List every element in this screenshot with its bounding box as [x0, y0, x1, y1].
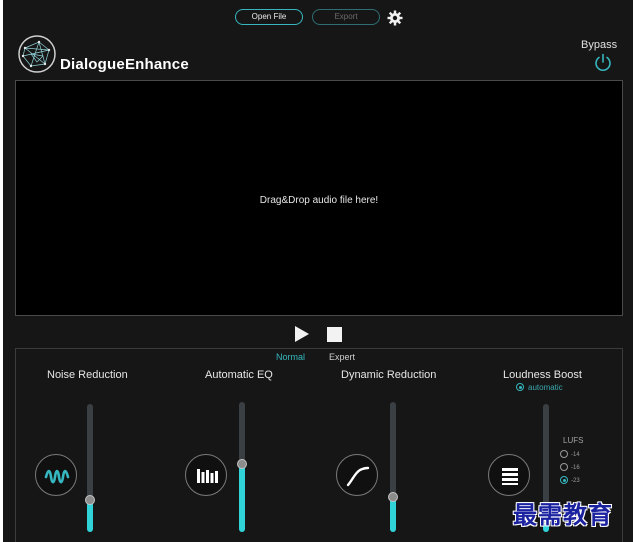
- lufs-option-14[interactable]: -14: [560, 450, 580, 458]
- noise-reduction-slider[interactable]: [87, 404, 93, 532]
- bypass-label: Bypass: [581, 39, 618, 51]
- app-window: Open File Export DialogueEnhance Bypass …: [3, 0, 633, 542]
- drop-zone-text: Drag&Drop audio file here!: [259, 195, 379, 206]
- waveform-icon[interactable]: [35, 454, 77, 496]
- gear-icon[interactable]: [387, 10, 403, 26]
- loudness-bars-icon[interactable]: [488, 454, 530, 496]
- automatic-eq-slider-fill: [239, 464, 245, 532]
- automatic-label: automatic: [528, 383, 563, 392]
- dynamic-reduction-slider-thumb[interactable]: [388, 491, 398, 502]
- mode-expert-tab[interactable]: Expert: [329, 352, 355, 362]
- automatic-radio-icon: [516, 383, 524, 391]
- dynamic-reduction-slider-fill: [390, 496, 396, 532]
- power-icon[interactable]: [593, 52, 613, 72]
- mode-normal-tab[interactable]: Normal: [276, 352, 305, 362]
- watermark-logo: 最需教育: [513, 500, 613, 529]
- play-icon[interactable]: [294, 325, 310, 343]
- lufs-option-23[interactable]: -23: [560, 476, 580, 484]
- noise-reduction-slider-thumb[interactable]: [85, 495, 95, 505]
- lufs-option-16[interactable]: -16: [560, 463, 580, 471]
- open-file-button[interactable]: Open File: [235, 9, 303, 25]
- lufs-radio-icon: [560, 476, 568, 484]
- automatic-radio[interactable]: automatic: [516, 383, 563, 392]
- lufs-radio-icon: [560, 450, 568, 458]
- compressor-curve-icon[interactable]: [336, 454, 378, 496]
- audio-drop-zone[interactable]: Drag&Drop audio file here!: [15, 80, 623, 316]
- stop-icon[interactable]: [327, 327, 342, 342]
- equalizer-bars-icon[interactable]: [185, 454, 227, 496]
- export-button[interactable]: Export: [312, 9, 380, 25]
- automatic-eq-title: Automatic EQ: [205, 369, 273, 381]
- lufs-option-label: -16: [571, 465, 580, 471]
- lufs-option-label: -14: [571, 452, 580, 458]
- app-title: DialogueEnhance: [60, 56, 189, 73]
- lufs-option-label: -23: [571, 478, 580, 484]
- loudness-boost-title: Loudness Boost: [503, 369, 582, 381]
- app-logo-icon: [18, 35, 56, 73]
- dynamic-reduction-slider[interactable]: [390, 402, 396, 532]
- dynamic-reduction-title: Dynamic Reduction: [341, 369, 437, 381]
- noise-reduction-title: Noise Reduction: [47, 369, 128, 381]
- lufs-label: LUFS: [563, 436, 584, 445]
- lufs-radio-icon: [560, 463, 568, 471]
